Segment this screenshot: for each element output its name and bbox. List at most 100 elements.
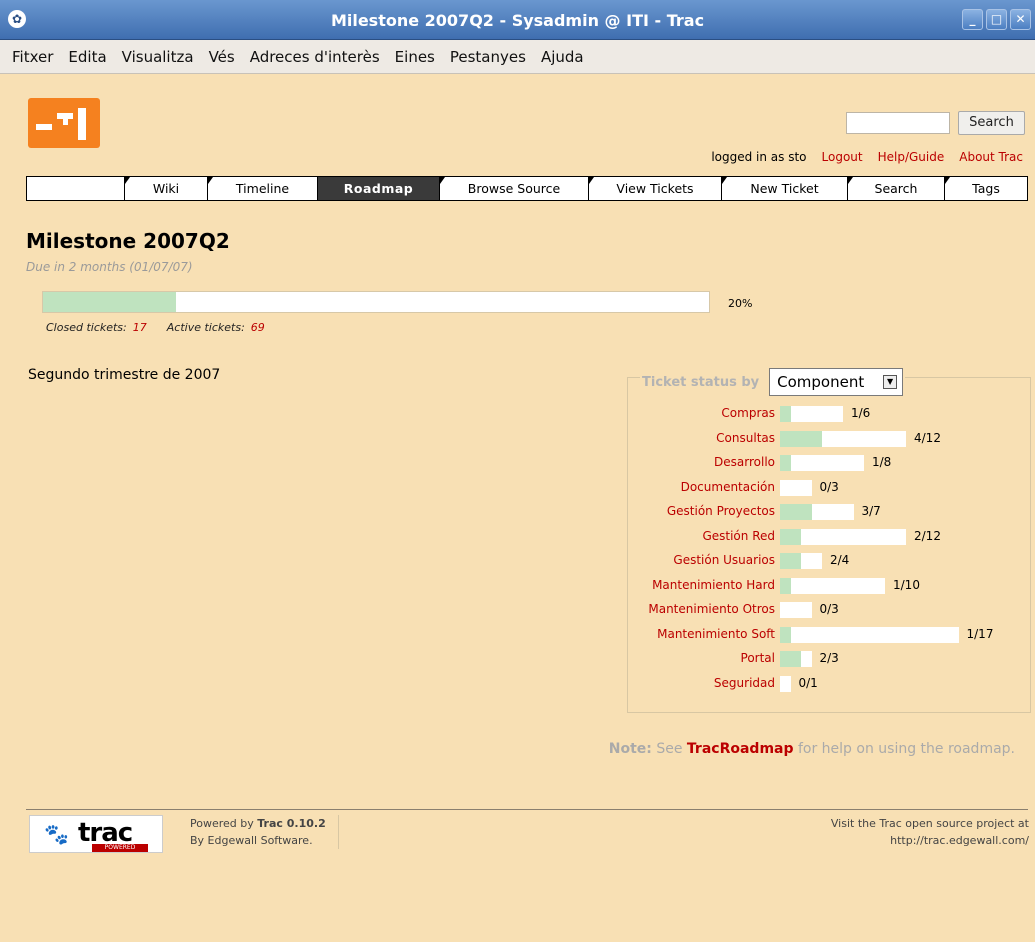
trac-powered-logo[interactable]: 🐾 trac POWERED [29,815,163,853]
search-input[interactable] [846,112,950,134]
stats-row: Gestión Usuarios 2/4 [627,550,1031,572]
component-ratio: 3/7 [861,504,881,518]
tab-new-ticket[interactable]: New Ticket [721,177,847,200]
component-progress-bar[interactable] [780,430,906,447]
component-link[interactable]: Mantenimiento Soft [657,627,775,641]
tab-roadmap[interactable]: Roadmap [317,177,439,200]
component-link[interactable]: Compras [721,406,775,420]
roadmap-note: Note: See TracRoadmap for help on using … [608,741,1015,757]
ticket-stats-legend: Ticket status by Component ▼ [640,368,906,396]
tab-blank[interactable] [27,177,124,200]
milestone-progress-bar [42,291,710,313]
component-progress-bar[interactable] [780,479,812,496]
component-ratio: 2/4 [830,553,850,567]
component-progress-bar[interactable] [780,577,885,594]
component-ratio: 0/1 [798,675,818,690]
milestone-description: Segundo trimestre de 2007 [28,367,221,383]
chevron-down-icon[interactable]: ▼ [883,375,898,389]
component-link[interactable]: Consultas [716,431,775,445]
component-link[interactable]: Desarrollo [714,455,775,469]
tab-browse-source[interactable]: Browse Source [439,177,588,200]
component-ratio: 4/12 [914,430,941,445]
component-link[interactable]: Portal [741,651,775,665]
component-ratio: 1/10 [893,577,920,592]
menu-item-visualitza[interactable]: Visualitza [122,48,194,66]
menu-item-fitxer[interactable]: Fitxer [12,48,53,66]
closed-tickets-link[interactable]: 17 [133,321,147,334]
main-nav: Wiki Timeline Roadmap Browse Source View… [26,176,1028,201]
group-by-select[interactable]: Component ▼ [769,368,904,396]
stats-row: Desarrollo 1/8 [627,452,1031,474]
component-link[interactable]: Mantenimiento Hard [652,578,775,592]
component-ratio: 1/17 [966,626,994,641]
menu-item-adreces[interactable]: Adreces d'interès [250,48,380,66]
progress-fill [43,292,177,312]
tab-timeline[interactable]: Timeline [207,177,317,200]
active-tickets-label: Active tickets: [166,321,245,334]
component-link[interactable]: Documentación [681,480,775,494]
logout-link[interactable]: Logout [822,150,863,164]
active-tickets-link[interactable]: 69 [251,321,265,334]
component-progress-bar[interactable] [780,504,854,520]
component-progress-bar[interactable] [780,455,864,471]
menu-item-ajuda[interactable]: Ajuda [541,48,584,66]
component-progress-fill [780,651,801,667]
trac-url[interactable]: http://trac.edgewall.com/ [890,834,1029,847]
tab-view-tickets[interactable]: View Tickets [588,177,721,200]
menu-item-edita[interactable]: Edita [68,48,106,66]
tab-tags[interactable]: Tags [944,177,1027,200]
stats-row: Gestión Proyectos 3/7 [627,501,1031,523]
stats-row: Mantenimiento Hard 1/10 [627,575,1031,597]
stats-row: Documentación 0/3 [627,477,1031,499]
component-progress-bar[interactable] [780,675,791,692]
component-link[interactable]: Gestión Proyectos [667,504,775,518]
component-link[interactable]: Mantenimiento Otros [648,602,775,616]
component-ratio: 2/3 [819,651,839,665]
minimize-icon[interactable]: _ [962,9,983,30]
menu-item-ves[interactable]: Vés [209,48,235,66]
component-progress-bar[interactable] [780,553,822,569]
closed-tickets-label: Closed tickets: [46,321,127,334]
trac-roadmap-link[interactable]: TracRoadmap [687,741,794,757]
component-progress-bar[interactable] [780,528,906,545]
component-ratio: 2/12 [914,528,941,543]
component-ratio: 0/3 [819,479,839,494]
component-link[interactable]: Gestión Usuarios [673,553,775,567]
paw-icon: 🐾 [44,822,69,846]
due-date: Due in 2 months (01/07/07) [26,260,193,274]
footer-divider [26,809,1028,810]
component-link[interactable]: Seguridad [714,676,775,690]
window-title: Milestone 2007Q2 - Sysadmin @ ITI - Trac [330,11,705,30]
component-progress-fill [780,406,791,422]
component-progress-bar[interactable] [780,626,959,643]
trac-version-link[interactable]: Trac 0.10.2 [257,817,325,830]
about-trac-link[interactable]: About Trac [959,150,1023,164]
ticket-counts: Closed tickets: 17 Active tickets: 69 [46,321,285,334]
close-icon[interactable]: ✕ [1010,9,1031,30]
stats-row: Seguridad 0/1 [627,673,1031,695]
component-progress-bar[interactable] [780,651,812,667]
stats-row: Gestión Red 2/12 [627,526,1031,548]
maximize-icon[interactable]: □ [986,9,1007,30]
tab-wiki[interactable]: Wiki [124,177,207,200]
stats-row: Mantenimiento Otros 0/3 [627,599,1031,621]
component-progress-fill [780,626,791,643]
component-progress-fill [780,430,822,447]
menu-item-pestanyes[interactable]: Pestanyes [450,48,526,66]
tab-search[interactable]: Search [847,177,944,200]
component-progress-fill [780,577,791,594]
stats-row: Mantenimiento Soft 1/17 [627,624,1031,646]
iti-logo[interactable] [28,98,100,148]
component-progress-fill [780,553,801,569]
component-progress-bar[interactable] [780,406,843,422]
component-progress-bar[interactable] [780,602,812,618]
window-controls: _ □ ✕ [962,9,1031,30]
component-progress-fill [780,504,812,520]
menu-item-eines[interactable]: Eines [395,48,435,66]
component-link[interactable]: Gestión Red [702,529,775,543]
logged-in-user: logged in as sto [711,150,807,164]
search-button[interactable]: Search [958,111,1025,135]
help-guide-link[interactable]: Help/Guide [878,150,945,164]
stats-row: Consultas 4/12 [627,428,1031,450]
stats-row: Compras 1/6 [627,403,1031,425]
